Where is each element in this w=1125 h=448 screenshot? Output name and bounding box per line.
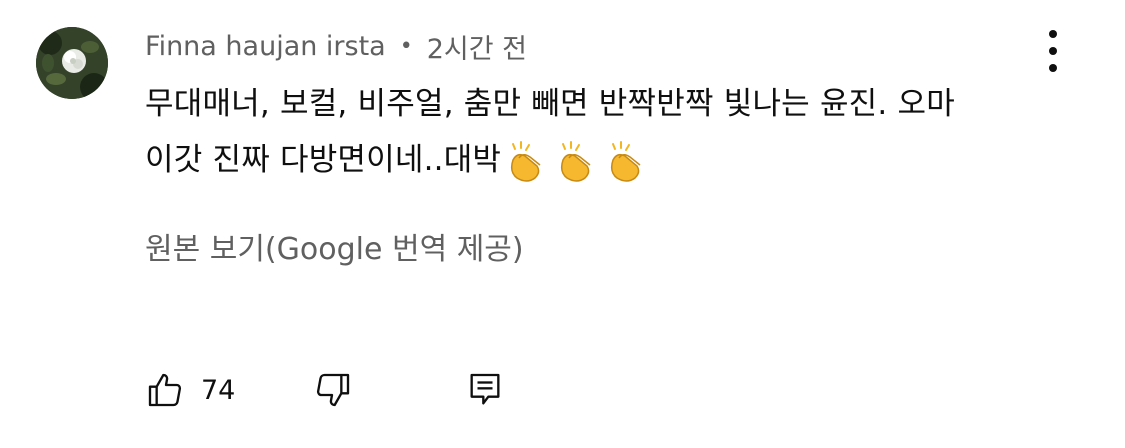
more-dot	[1049, 64, 1057, 72]
thumbs-up-icon	[148, 373, 182, 407]
clapping-hands-icon	[561, 140, 591, 182]
thumbs-down-icon	[317, 373, 350, 407]
comment-timestamp[interactable]: 2시간 전	[427, 27, 527, 66]
comment-line: 이갓 진짜 다방면이네..대박	[145, 132, 1015, 188]
dislike-button[interactable]	[313, 370, 353, 410]
separator-dot: •	[399, 33, 413, 59]
comment-actions: 74	[145, 366, 505, 414]
more-vertical-icon[interactable]	[1033, 30, 1073, 72]
comment-icon	[470, 373, 500, 405]
more-dot	[1049, 47, 1057, 55]
clapping-hands-icon	[611, 140, 641, 182]
author-name[interactable]: Finna haujan irsta	[145, 31, 386, 62]
emoji-group	[503, 140, 653, 184]
reply-button[interactable]	[465, 370, 505, 410]
like-count: 74	[201, 374, 236, 406]
like-button[interactable]: 74	[145, 370, 313, 410]
see-original-link[interactable]: 원본 보기(Google 번역 제공)	[145, 224, 524, 268]
comment-line: 무대매너, 보컬, 비주얼, 춤만 빼면 반짝반짝 빛나는 윤진. 오마	[145, 76, 1015, 132]
comment-line-text: 이갓 진짜 다방면이네..대박	[145, 142, 502, 178]
avatar-image	[36, 27, 108, 99]
comment-text: 무대매너, 보컬, 비주얼, 춤만 빼면 반짝반짝 빛나는 윤진. 오마 이갓 …	[145, 76, 1015, 188]
more-dot	[1049, 30, 1057, 38]
avatar[interactable]	[36, 27, 108, 99]
comment-line-text: 무대매너, 보컬, 비주얼, 춤만 빼면 반짝반짝 빛나는 윤진. 오마	[145, 86, 955, 122]
comment-header: Finna haujan irsta • 2시간 전	[145, 27, 527, 66]
clapping-hands-icon	[511, 140, 541, 182]
